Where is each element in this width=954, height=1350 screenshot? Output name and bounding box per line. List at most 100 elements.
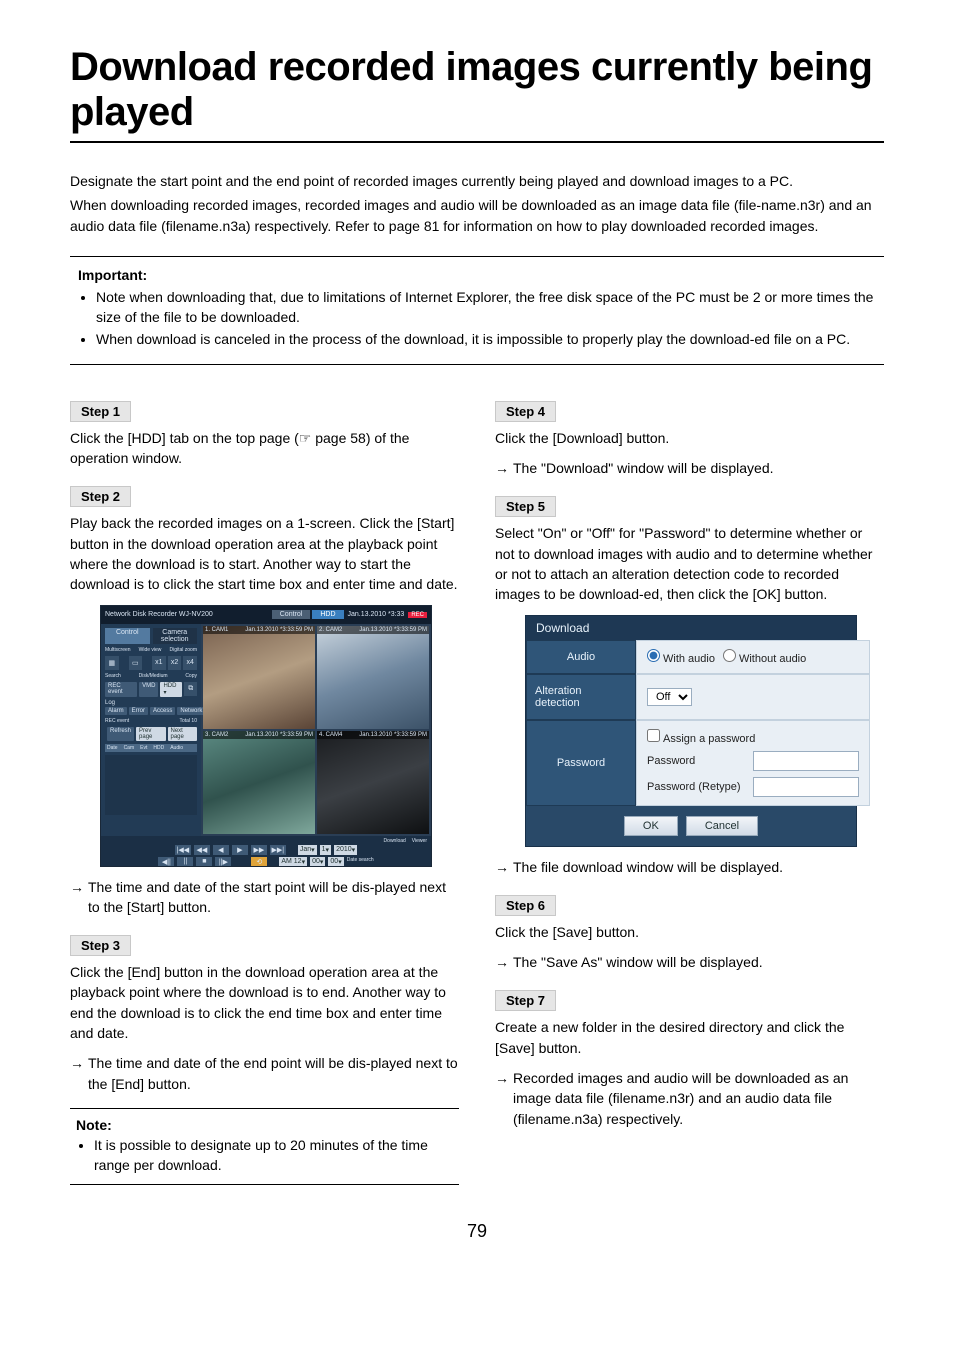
latest-button[interactable]: ⟲ <box>251 857 267 867</box>
step-5-body: Select "On" or "Off" for "Password" to d… <box>495 523 884 604</box>
wideview-button[interactable]: ▭ <box>129 656 143 670</box>
label-diskmedium: Disk/Medium <box>139 673 168 679</box>
password-label: Password <box>647 755 747 767</box>
viewer-button[interactable]: Viewer <box>412 838 427 844</box>
pane-3-time: Jan.13.2010 *3:33:59 PM <box>245 732 313 738</box>
rewind-button[interactable]: ◀◀ <box>194 845 210 855</box>
important-box: Important: Note when downloading that, d… <box>70 256 884 365</box>
tab-hdd[interactable]: HDD <box>312 610 343 619</box>
step-6-arrow: →The "Save As" window will be displayed. <box>495 952 884 972</box>
col-cam: Cam <box>124 745 135 751</box>
download-button[interactable]: Download <box>384 838 406 844</box>
pane-4-time: Jan.13.2010 *3:33:59 PM <box>359 732 427 738</box>
label-copy: Copy <box>185 673 197 679</box>
label-wideview: Wide view <box>139 647 162 653</box>
col-date: Date <box>107 745 118 751</box>
col-audio: Audio <box>170 745 183 751</box>
pane-2-time: Jan.13.2010 *3:33:59 PM <box>359 627 427 633</box>
time-hour-select[interactable]: AM 12 ▾ <box>279 857 307 867</box>
log-alarm[interactable]: Alarm <box>105 707 127 715</box>
hdd-select[interactable]: HDD ▾ <box>160 682 182 697</box>
copy-button[interactable]: ⧉ <box>184 682 197 696</box>
ok-button[interactable]: OK <box>624 816 678 836</box>
pause-button[interactable]: || <box>177 857 193 867</box>
sidebar: Control Camera selection Multiscreen Wid… <box>101 624 201 836</box>
skip-back-button[interactable]: |◀◀ <box>175 845 191 855</box>
log-error[interactable]: Error <box>129 707 148 715</box>
intro-paragraph: When downloading recorded images, record… <box>70 195 884 236</box>
cancel-button[interactable]: Cancel <box>686 816 758 836</box>
camera-pane-4[interactable]: 4. CAM4 Jan.13.2010 *3:33:59 PM <box>317 731 429 834</box>
col-evt: Evt <box>140 745 147 751</box>
rec-badge: REC <box>408 612 427 618</box>
tab-control-side[interactable]: Control <box>105 628 150 644</box>
step-3-tag: Step 3 <box>70 935 131 956</box>
page-number: 79 <box>0 1221 954 1242</box>
rec-event-button[interactable]: REC event <box>105 682 137 697</box>
alteration-select[interactable]: Off <box>647 688 692 706</box>
tab-control[interactable]: Control <box>272 610 311 619</box>
step-7-arrow: →Recorded images and audio will be downl… <box>495 1068 884 1129</box>
col-hdd: HDD <box>153 745 164 751</box>
zoom-in2-button[interactable]: x4 <box>183 656 197 670</box>
date-year-select[interactable]: 2010 ▾ <box>334 845 357 855</box>
reverse-play-button[interactable]: ◀ <box>213 845 229 855</box>
camera-pane-3[interactable]: 3. CAM2Jan.13.2010 *3:33:59 PM <box>203 731 315 834</box>
refresh-button[interactable]: Refresh <box>107 727 134 741</box>
audio-row-label: Audio <box>526 640 636 674</box>
assign-password-checkbox[interactable]: Assign a password <box>647 729 755 745</box>
camera-pane-1[interactable]: 1. CAM1 Jan.13.2010 *3:33:59 PM <box>203 626 315 729</box>
stop-button[interactable]: ■ <box>196 857 212 867</box>
important-item: Note when downloading that, due to limit… <box>96 287 876 330</box>
fast-forward-button[interactable]: ▶▶ <box>251 845 267 855</box>
tab-camera-selection[interactable]: Camera selection <box>153 628 198 644</box>
intro-block: Designate the start point and the end po… <box>70 171 884 236</box>
camera-pane-2[interactable]: 2. CAM2Jan.13.2010 *3:33:59 PM <box>317 626 429 729</box>
date-month-select[interactable]: Jan ▾ <box>298 845 317 855</box>
log-list-area[interactable] <box>105 755 197 815</box>
intro-paragraph: Designate the start point and the end po… <box>70 171 884 191</box>
page-title: Download recorded images currently being… <box>70 45 884 143</box>
password-input[interactable] <box>753 751 859 771</box>
label-digitalzoom: Digital zoom <box>169 647 197 653</box>
time-min-select[interactable]: 00 ▾ <box>310 857 325 867</box>
multiscreen-button[interactable]: ▦ <box>105 656 119 670</box>
next-page-button[interactable]: Next page <box>168 727 197 741</box>
skip-forward-button[interactable]: ▶▶| <box>270 845 286 855</box>
password-retype-input[interactable] <box>753 777 859 797</box>
with-audio-option[interactable]: With audio <box>647 649 715 665</box>
date-day-select[interactable]: 1 ▾ <box>320 845 331 855</box>
step-2-body: Play back the recorded images on a 1-scr… <box>70 513 459 594</box>
vmd-button[interactable]: VMD <box>139 682 158 697</box>
time-sec-select[interactable]: 00 ▾ <box>328 857 343 867</box>
clock-readout: Jan.13.2010 *3:33 <box>348 611 405 618</box>
rec-event-label: REC event <box>105 718 129 724</box>
step-3-arrow: →The time and date of the end point will… <box>70 1053 459 1094</box>
step-7-body: Create a new folder in the desired direc… <box>495 1017 884 1058</box>
pane-1-label: 1. CAM1 <box>205 627 228 633</box>
frame-back-button[interactable]: ◀|| <box>158 857 174 867</box>
step-4-body: Click the [Download] button. <box>495 428 884 448</box>
playback-controls: Download Viewer |◀◀ ◀◀ ◀ ▶ ▶▶ ▶▶| Jan ▾ … <box>101 836 431 867</box>
step-7-tag: Step 7 <box>495 990 556 1011</box>
frame-forward-button[interactable]: ||▶ <box>215 857 231 867</box>
step-1-body: Click the [HDD] tab on the top page (☞ p… <box>70 428 459 469</box>
prev-page-button[interactable]: Prev page <box>136 727 165 741</box>
step-5-arrow: →The file download window will be displa… <box>495 857 884 877</box>
log-access[interactable]: Access <box>150 707 175 715</box>
date-search-button[interactable]: Date search <box>347 857 374 867</box>
log-header: Log <box>105 700 197 706</box>
step-6-tag: Step 6 <box>495 895 556 916</box>
label-search: Search <box>105 673 121 679</box>
without-audio-option[interactable]: Without audio <box>723 649 806 665</box>
zoom-out-button[interactable]: x1 <box>152 656 166 670</box>
important-header: Important: <box>78 267 876 283</box>
label-multiscreen: Multiscreen <box>105 647 131 653</box>
pane-1-time: Jan.13.2010 *3:33:59 PM <box>245 627 313 633</box>
zoom-in1-button[interactable]: x2 <box>168 656 182 670</box>
pane-4-label: 4. CAM4 <box>319 732 342 738</box>
step-3-body: Click the [End] button in the download o… <box>70 962 459 1043</box>
operation-window-screenshot: Network Disk Recorder WJ-NV200 Control H… <box>100 605 432 867</box>
step-2-tag: Step 2 <box>70 486 131 507</box>
play-button[interactable]: ▶ <box>232 845 248 855</box>
